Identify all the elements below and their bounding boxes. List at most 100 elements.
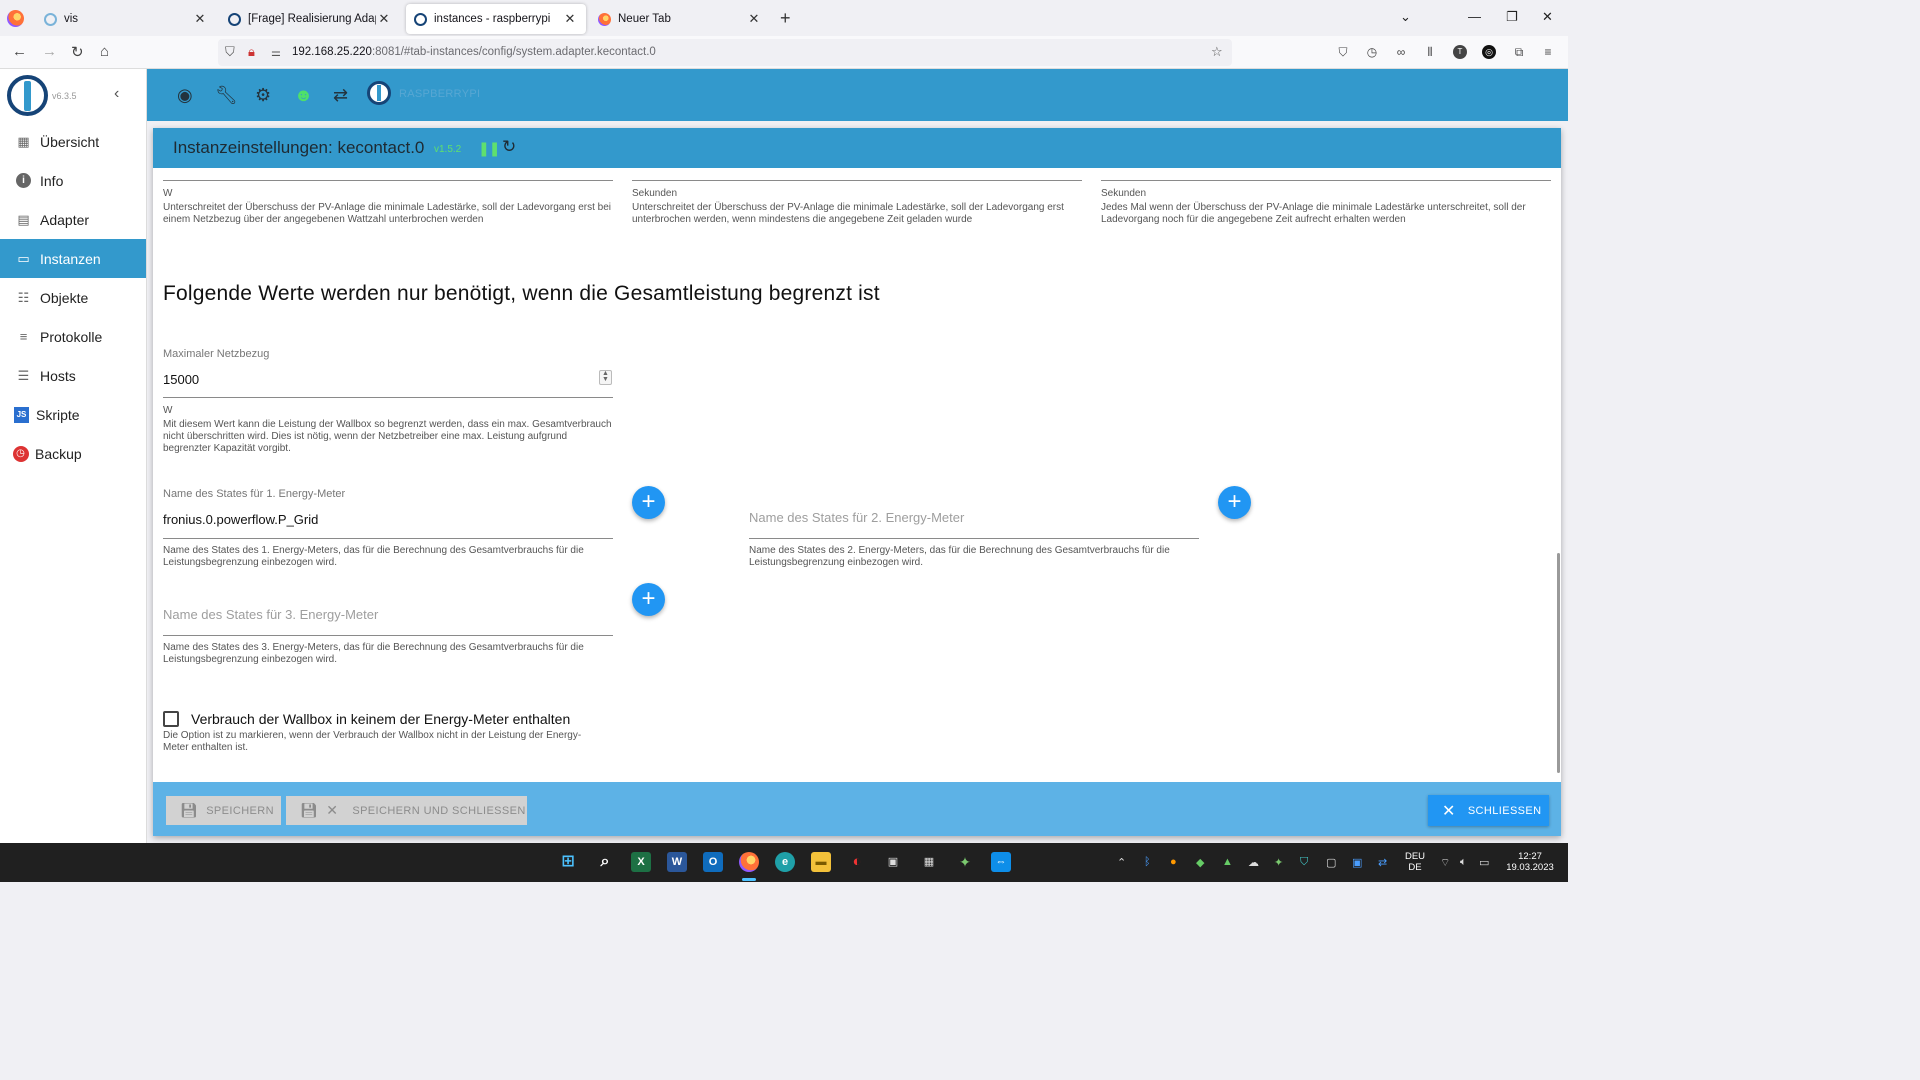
remote-desktop-icon[interactable]: ▣: [883, 852, 903, 872]
address-bar[interactable]: ⛉ 🔒︎ ⚌ 192.168.25.220:8081/#tab-instance…: [218, 39, 1232, 66]
sidebar-item-info[interactable]: i Info: [0, 161, 146, 200]
excel-icon[interactable]: X: [631, 852, 651, 872]
permissions-icon[interactable]: ⚌: [271, 46, 281, 59]
browser-tab-forum[interactable]: [Frage] Realisierung Adapter UD ✕: [220, 4, 400, 34]
content-scrollbar[interactable]: [1557, 553, 1560, 773]
windows-start-icon[interactable]: ⊞: [558, 852, 578, 872]
sidebar: v6.3.5 ‹ ▦ Übersicht i Info ▤ Adapter ▭ …: [0, 69, 147, 843]
wifi-icon[interactable]: ⌔: [1440, 856, 1450, 870]
library-icon[interactable]: ⫴: [1423, 45, 1437, 59]
teamviewer-icon[interactable]: ⇔: [991, 852, 1011, 872]
close-icon[interactable]: ✕: [562, 11, 578, 27]
tray-app-icon[interactable]: ✦: [1274, 856, 1283, 869]
network-tool-icon[interactable]: ▦: [919, 852, 939, 872]
max-grid-input[interactable]: 15000: [163, 372, 199, 387]
settings-gear-icon[interactable]: ⚙: [255, 85, 271, 106]
sidebar-item-label: Instanzen: [40, 250, 101, 267]
onedrive-icon[interactable]: ☁: [1248, 856, 1259, 869]
energy-meter-1-input[interactable]: fronius.0.powerflow.P_Grid: [163, 512, 318, 527]
outlook-icon[interactable]: O: [703, 852, 723, 872]
sidebar-item-instanzen[interactable]: ▭ Instanzen: [0, 239, 146, 278]
minimize-icon[interactable]: —: [1468, 9, 1481, 24]
app-menu-icon[interactable]: ≡: [1541, 45, 1555, 59]
sidebar-item-hosts[interactable]: ☰ Hosts: [0, 356, 146, 395]
pause-icon[interactable]: ❚❚: [478, 140, 500, 157]
sidebar-item-backup[interactable]: ◷ Backup: [0, 434, 146, 473]
sidebar-item-adapter[interactable]: ▤ Adapter: [0, 200, 146, 239]
edge-icon[interactable]: e: [775, 852, 795, 872]
home-icon[interactable]: ⌂: [100, 43, 109, 60]
close-icon[interactable]: ✕: [746, 11, 762, 27]
sidebar-item-skripte[interactable]: JS Skripte: [0, 395, 146, 434]
private-mask-icon[interactable]: ∞: [1394, 45, 1408, 59]
app-red-icon[interactable]: ◐: [847, 852, 867, 872]
close-icon[interactable]: ✕: [192, 11, 208, 27]
tray-app-icon[interactable]: ●: [1170, 856, 1177, 868]
collapse-sidebar-icon[interactable]: ‹: [114, 85, 119, 103]
field-help: Jedes Mal wenn der Überschuss der PV-Anl…: [1101, 202, 1526, 225]
word-icon[interactable]: W: [667, 852, 687, 872]
security-icon[interactable]: ⛉: [1300, 856, 1308, 869]
bluetooth-icon[interactable]: ᛒ: [1144, 856, 1151, 868]
sidebar-item-uebersicht[interactable]: ▦ Übersicht: [0, 122, 146, 161]
restore-icon[interactable]: ❐: [1506, 9, 1518, 25]
insecure-lock-icon[interactable]: 🔒︎: [248, 44, 255, 60]
extension-circle-icon[interactable]: ◎: [1482, 45, 1496, 59]
battery-icon[interactable]: ▭: [1479, 856, 1489, 869]
tab-title: vis: [64, 13, 79, 25]
forward-icon[interactable]: →: [42, 43, 57, 60]
sidebar-item-objekte[interactable]: ☷ Objekte: [0, 278, 146, 317]
select-state-button[interactable]: +: [632, 583, 665, 616]
firefox-taskbar-icon[interactable]: [739, 852, 759, 872]
bookmark-star-icon[interactable]: ☆: [1211, 44, 1223, 60]
keyboard-language[interactable]: DEU DE: [1400, 851, 1430, 873]
browser-tab-instances[interactable]: instances - raspberrypi ✕: [406, 4, 586, 34]
shield-icon[interactable]: ⛉: [225, 44, 235, 60]
tab-list-icon[interactable]: ⌄: [1400, 9, 1411, 25]
back-icon[interactable]: ←: [12, 43, 27, 60]
wallbox-option-checkbox[interactable]: [163, 711, 179, 727]
iobroker-logo[interactable]: [7, 75, 48, 116]
tray-app-icon[interactable]: ▢: [1326, 856, 1336, 869]
close-button[interactable]: ✕ SCHLIESSEN: [1428, 795, 1549, 826]
clock[interactable]: 12:27 19.03.2023: [1500, 851, 1560, 873]
field-help: Name des States des 1. Energy-Meters, da…: [163, 545, 584, 568]
volume-icon[interactable]: 🔈︎: [1460, 856, 1467, 869]
tray-app-icon[interactable]: ▲: [1222, 856, 1233, 868]
pocket-icon[interactable]: ⛉: [1336, 45, 1350, 59]
sidebar-item-protokolle[interactable]: ≡ Protokolle: [0, 317, 146, 356]
energy-meter-2-input[interactable]: Name des States für 2. Energy-Meter: [749, 510, 964, 525]
tray-app-icon[interactable]: ▣: [1352, 856, 1362, 869]
history-icon[interactable]: ◷: [1365, 45, 1379, 59]
firefox-menu-icon[interactable]: [7, 10, 24, 27]
new-tab-icon[interactable]: +: [780, 8, 791, 29]
search-icon[interactable]: ⌕: [595, 852, 615, 872]
sync-off-icon[interactable]: ⇄: [333, 85, 348, 106]
eye-icon[interactable]: ◉: [177, 85, 193, 106]
file-explorer-icon[interactable]: ▬: [811, 852, 831, 872]
tray-app-icon[interactable]: ◆: [1196, 856, 1204, 869]
section-title: Folgende Werte werden nur benötigt, wenn…: [163, 282, 880, 305]
sidebar-item-label: Übersicht: [40, 133, 100, 150]
save-button[interactable]: 💾︎ SPEICHERN: [166, 796, 281, 825]
app-green-icon[interactable]: ✦: [955, 852, 975, 872]
restart-icon[interactable]: ↻: [502, 137, 516, 157]
extension-t-icon[interactable]: T: [1453, 45, 1467, 59]
expert-mode-icon[interactable]: ☻: [294, 85, 313, 106]
select-state-button[interactable]: +: [632, 486, 665, 519]
close-icon[interactable]: ✕: [376, 11, 392, 27]
url-text[interactable]: 192.168.25.220:8081/#tab-instances/confi…: [292, 46, 656, 58]
browser-tab-vis[interactable]: vis ✕: [36, 4, 216, 34]
tray-expand-icon[interactable]: ⌃: [1117, 856, 1126, 869]
select-state-button[interactable]: +: [1218, 486, 1251, 519]
extensions-puzzle-icon[interactable]: ⧉: [1512, 45, 1526, 59]
reload-icon[interactable]: ↻: [71, 43, 84, 61]
save-and-close-button[interactable]: 💾︎ ✕ SPEICHERN UND SCHLIESSEN: [286, 796, 527, 825]
browser-tab-new[interactable]: Neuer Tab ✕: [590, 4, 770, 34]
tray-app-icon[interactable]: ⇄: [1378, 856, 1387, 869]
energy-meter-3-input[interactable]: Name des States für 3. Energy-Meter: [163, 607, 378, 622]
number-spinner-icon[interactable]: ▲ ▼: [599, 370, 612, 385]
window-close-icon[interactable]: ✕: [1542, 9, 1553, 25]
tab-title: Neuer Tab: [618, 13, 671, 25]
wrench-icon[interactable]: 🔧︎: [215, 85, 238, 106]
